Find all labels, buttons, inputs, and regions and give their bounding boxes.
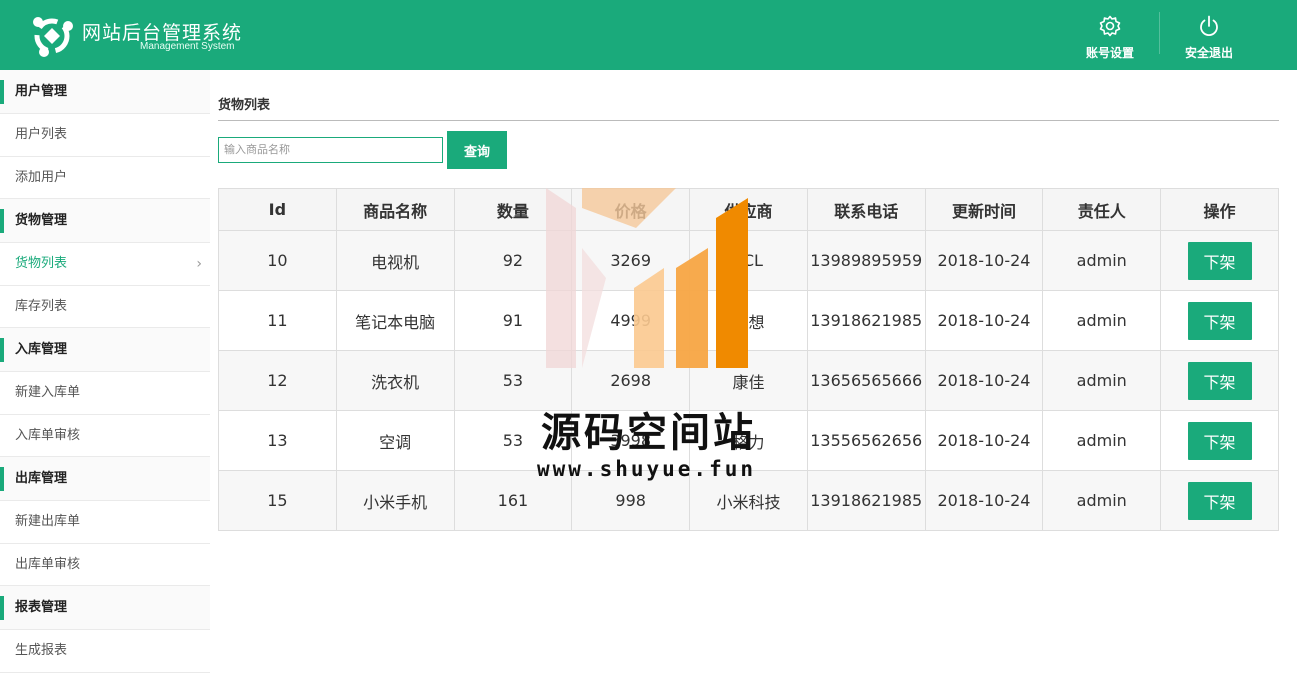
cell-id: 13 <box>218 410 337 471</box>
column-header: 数量 <box>453 188 573 231</box>
search-input[interactable] <box>218 137 443 163</box>
delist-button[interactable]: 下架 <box>1187 241 1252 280</box>
chevron-right-icon: › <box>196 256 202 272</box>
column-header: 联系电话 <box>806 188 926 231</box>
cell-name: 空调 <box>335 410 455 471</box>
cell-action: 下架 <box>1160 410 1279 471</box>
logo-icon <box>33 17 73 57</box>
column-header: 更新时间 <box>924 188 1044 231</box>
cell-name: 笔记本电脑 <box>335 290 455 351</box>
delist-button[interactable]: 下架 <box>1187 301 1252 340</box>
sidebar-item-goods-list[interactable]: 货物列表 › <box>0 243 210 286</box>
cell-updated: 2018-10-24 <box>924 410 1044 471</box>
cell-updated: 2018-10-24 <box>924 230 1044 291</box>
cell-phone: 13656565666 <box>806 350 926 411</box>
cell-owner: admin <box>1042 470 1162 531</box>
cell-supplier: TCL <box>689 230 808 291</box>
sidebar-item-generate-report[interactable]: 生成报表 <box>0 630 210 673</box>
column-header: 商品名称 <box>335 188 455 231</box>
cell-name: 小米手机 <box>335 470 455 531</box>
account-settings-button[interactable]: 账号设置 <box>1070 14 1150 60</box>
cell-owner: admin <box>1042 230 1162 291</box>
sidebar: 用户管理 用户列表 添加用户 货物管理 货物列表 › 库存列表 入库管理 新建入… <box>0 70 210 684</box>
delist-button[interactable]: 下架 <box>1187 361 1252 400</box>
cell-action: 下架 <box>1160 290 1279 351</box>
cell-id: 15 <box>218 470 337 531</box>
table-row: 11 笔记本电脑 91 4999 联想 13918621985 2018-10-… <box>218 290 1279 351</box>
sidebar-group-inbound: 入库管理 <box>0 328 210 372</box>
cell-updated: 2018-10-24 <box>924 470 1044 531</box>
table-row: 10 电视机 92 3269 TCL 13989895959 2018-10-2… <box>218 230 1279 291</box>
sidebar-item-new-outbound[interactable]: 新建出库单 <box>0 501 210 544</box>
divider <box>218 120 1279 121</box>
cell-price: 4999 <box>571 290 691 351</box>
cell-owner: admin <box>1042 350 1162 411</box>
cell-phone: 13989895959 <box>806 230 926 291</box>
sidebar-group-outbound: 出库管理 <box>0 457 210 501</box>
column-header: 操作 <box>1160 188 1279 231</box>
sidebar-item-user-list[interactable]: 用户列表 <box>0 114 210 157</box>
column-header: Id <box>218 188 337 231</box>
power-icon <box>1200 15 1218 37</box>
logout-button[interactable]: 安全退出 <box>1169 14 1249 60</box>
column-header: 责任人 <box>1042 188 1162 231</box>
sidebar-item-new-inbound[interactable]: 新建入库单 <box>0 372 210 415</box>
cell-id: 12 <box>218 350 337 411</box>
cell-phone: 13918621985 <box>806 470 926 531</box>
search-button[interactable]: 查询 <box>447 131 507 169</box>
cell-action: 下架 <box>1160 470 1279 531</box>
sidebar-item-outbound-review[interactable]: 出库单审核 <box>0 544 210 586</box>
gear-icon <box>1099 15 1121 37</box>
cell-action: 下架 <box>1160 350 1279 411</box>
sidebar-item-inbound-review[interactable]: 入库单审核 <box>0 415 210 457</box>
header-divider <box>1159 12 1160 54</box>
app-subtitle: Management System <box>140 41 235 52</box>
cell-owner: admin <box>1042 290 1162 351</box>
cell-price: 3269 <box>571 230 691 291</box>
account-settings-label: 账号设置 <box>1085 46 1134 60</box>
cell-action: 下架 <box>1160 230 1279 291</box>
sidebar-item-add-user[interactable]: 添加用户 <box>0 157 210 199</box>
cell-phone: 13556562656 <box>806 410 926 471</box>
cell-name: 电视机 <box>335 230 455 291</box>
cell-phone: 13918621985 <box>806 290 926 351</box>
sidebar-group-goods: 货物管理 <box>0 199 210 243</box>
sidebar-item-stock-list[interactable]: 库存列表 <box>0 286 210 328</box>
cell-quantity: 92 <box>453 230 573 291</box>
watermark-url: www.shuyue.fun <box>537 457 757 481</box>
cell-id: 10 <box>218 230 337 291</box>
cell-name: 洗衣机 <box>335 350 455 411</box>
cell-owner: admin <box>1042 410 1162 471</box>
top-header: 网站后台管理系统 Management System 账号设置 安全退出 <box>0 0 1297 70</box>
cell-quantity: 91 <box>453 290 573 351</box>
column-header: 供应商 <box>689 188 808 231</box>
watermark-title: 源码空间站 <box>541 410 756 456</box>
cell-updated: 2018-10-24 <box>924 290 1044 351</box>
column-header: 价格 <box>571 188 691 231</box>
delist-button[interactable]: 下架 <box>1187 481 1252 520</box>
sidebar-item-label: 货物列表 <box>15 256 68 271</box>
table-header-row: Id 商品名称 数量 价格 供应商 联系电话 更新时间 责任人 操作 <box>218 188 1279 231</box>
cell-id: 11 <box>218 290 337 351</box>
cell-supplier: 联想 <box>689 290 808 351</box>
logout-label: 安全退出 <box>1184 46 1233 60</box>
sidebar-group-user: 用户管理 <box>0 70 210 114</box>
cell-updated: 2018-10-24 <box>924 350 1044 411</box>
delist-button[interactable]: 下架 <box>1187 421 1252 460</box>
page-title: 货物列表 <box>218 98 271 113</box>
sidebar-group-report: 报表管理 <box>0 586 210 630</box>
